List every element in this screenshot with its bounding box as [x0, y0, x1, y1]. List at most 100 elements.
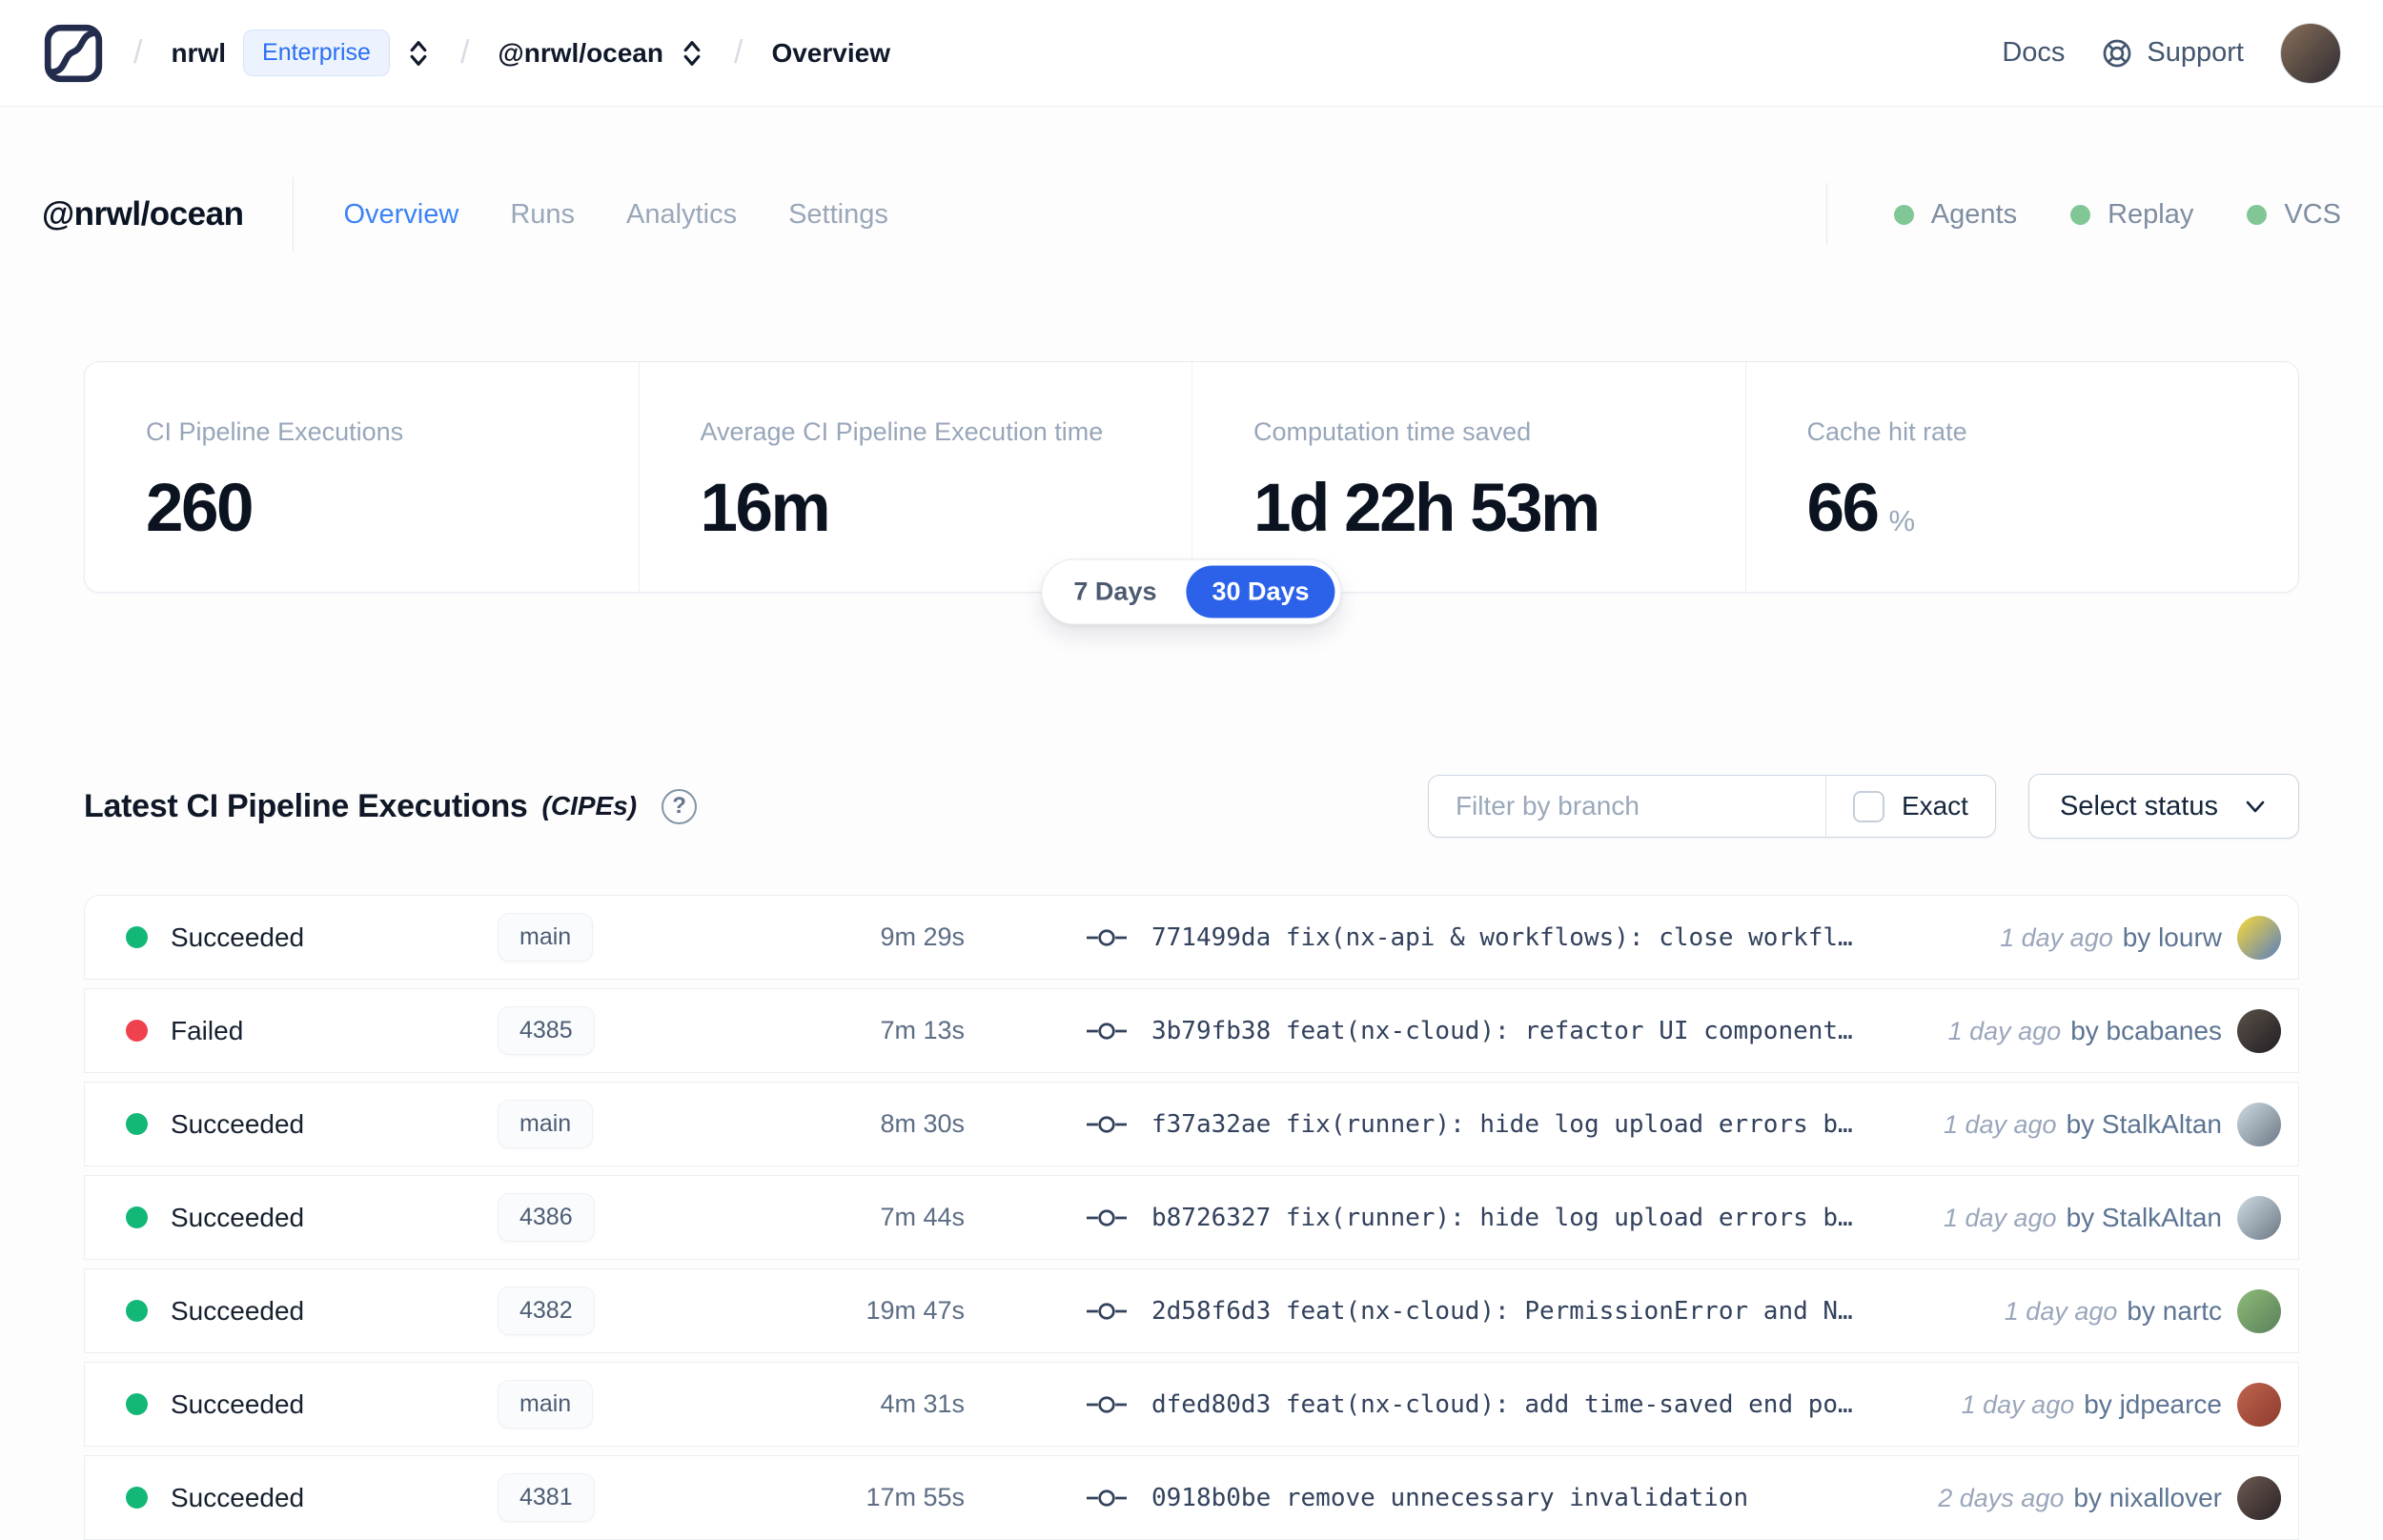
breadcrumb-workspace[interactable]: @nrwl/ocean [498, 38, 663, 69]
stat-card-average-execution-time: Average CI Pipeline Execution time 16m [638, 362, 1192, 592]
help-icon[interactable]: ? [662, 788, 698, 824]
user-avatar[interactable] [2280, 22, 2341, 84]
legend-item-replay[interactable]: Replay [2070, 199, 2193, 231]
table-row[interactable]: Succeeded 4381 17m 55s 0918b0be remove u… [84, 1455, 2299, 1540]
avatar[interactable] [2237, 1008, 2281, 1053]
tab-settings[interactable]: Settings [788, 199, 888, 231]
stat-value: 66 [1806, 471, 1880, 546]
branch-badge[interactable]: main [498, 913, 594, 962]
branch-filter-input[interactable] [1428, 776, 1825, 837]
commit-cell[interactable]: 0918b0be remove unnecessary invalidation [965, 1484, 1938, 1512]
stat-suffix: % [1888, 504, 1916, 537]
workspace-header: @nrwl/ocean Overview Runs Analytics Sett… [0, 107, 2383, 1540]
commit-cell[interactable]: b8726327 fix(runner): hide log upload er… [965, 1204, 1944, 1232]
avatar[interactable] [2237, 1195, 2281, 1240]
status-cell: Succeeded [126, 1203, 498, 1233]
exact-checkbox[interactable] [1852, 790, 1884, 822]
author-label: by nartc [2127, 1295, 2222, 1326]
breadcrumb-org[interactable]: nrwl [171, 38, 226, 69]
support-link[interactable]: Support [2101, 37, 2244, 70]
tab-runs[interactable]: Runs [510, 199, 575, 231]
breadcrumb-separator: / [459, 34, 470, 71]
select-status-dropdown[interactable]: Select status [2027, 774, 2299, 839]
stat-card-cache-hit-rate: Cache hit rate 66% [1744, 362, 2299, 592]
date-range-toggle: 7 Days 30 Days [1041, 558, 1342, 625]
enterprise-badge[interactable]: Enterprise [243, 30, 390, 76]
status-label: Succeeded [171, 1295, 305, 1326]
org-switcher-chevron-icon[interactable] [405, 37, 432, 70]
commit-message: 0918b0be remove unnecessary invalidation [1151, 1483, 1749, 1512]
avatar[interactable] [2237, 1102, 2281, 1146]
avatar[interactable] [2237, 1382, 2281, 1427]
commit-cell[interactable]: 771499da fix(nx-api & workflows): close … [965, 923, 2000, 952]
nx-cloud-logo-icon[interactable] [42, 22, 105, 85]
table-row[interactable]: Succeeded 4386 7m 44s b8726327 fix(runne… [84, 1175, 2299, 1260]
table-row[interactable]: Succeeded main 9m 29s 771499da fix(nx-ap… [84, 895, 2299, 980]
table-row[interactable]: Succeeded main 8m 30s f37a32ae fix(runne… [84, 1082, 2299, 1166]
table-row[interactable]: Succeeded 4382 19m 47s 2d58f6d3 feat(nx-… [84, 1268, 2299, 1353]
time-ago: 1 day ago [1947, 1016, 2062, 1045]
status-label: Succeeded [171, 1108, 305, 1139]
status-dot-icon [126, 1113, 148, 1135]
range-30-days-button[interactable]: 30 Days [1186, 565, 1335, 618]
branch-badge[interactable]: main [498, 1380, 594, 1429]
avatar[interactable] [2237, 1475, 2281, 1520]
stat-value: 16m [700, 471, 831, 546]
branch-badge[interactable]: 4382 [498, 1287, 595, 1335]
cipes-table: Succeeded main 9m 29s 771499da fix(nx-ap… [84, 895, 2299, 1540]
author-label: by bcabanes [2070, 1015, 2222, 1045]
commit-message: 3b79fb38 feat(nx-cloud): refactor UI com… [1151, 1016, 1853, 1045]
cipes-filters: Exact Select status [1427, 774, 2299, 839]
branch-badge[interactable]: 4381 [498, 1473, 595, 1522]
chevron-down-icon [2243, 794, 2268, 819]
status-dot-icon [126, 1206, 148, 1228]
cipes-section-header: Latest CI Pipeline Executions (CIPEs) ? … [84, 774, 2299, 839]
exact-label[interactable]: Exact [1902, 791, 1968, 821]
docs-link[interactable]: Docs [2002, 37, 2065, 69]
tab-analytics[interactable]: Analytics [626, 199, 737, 231]
branch-badge[interactable]: main [498, 1100, 594, 1148]
commit-cell[interactable]: 3b79fb38 feat(nx-cloud): refactor UI com… [965, 1017, 1948, 1045]
meta-cell: 1 day ago by StalkAltan [1944, 1203, 2222, 1233]
legend-label: Agents [1930, 198, 2018, 230]
status-dot-icon [126, 1020, 148, 1042]
divider [293, 177, 295, 252]
branch-badge[interactable]: 4385 [498, 1006, 595, 1055]
avatar[interactable] [2237, 915, 2281, 960]
duration-label: 19m 47s [866, 1296, 965, 1325]
status-cell: Failed [126, 1016, 498, 1046]
lifebuoy-icon [2101, 37, 2133, 70]
range-7-days-button[interactable]: 7 Days [1048, 566, 1182, 618]
author-label: by lourw [2122, 922, 2222, 952]
tab-overview[interactable]: Overview [343, 199, 458, 231]
meta-cell: 1 day ago by nartc [2005, 1296, 2222, 1327]
commit-message: b8726327 fix(runner): hide log upload er… [1151, 1203, 1853, 1232]
legend-item-agents[interactable]: Agents [1893, 198, 2018, 231]
status-dot-icon [126, 1300, 148, 1322]
avatar[interactable] [2237, 1288, 2281, 1333]
commit-cell[interactable]: dfed80d3 feat(nx-cloud): add time-saved … [965, 1390, 1962, 1419]
stats-cards: CI Pipeline Executions 260 Average CI Pi… [84, 361, 2299, 625]
commit-cell[interactable]: f37a32ae fix(runner): hide log upload er… [965, 1110, 1944, 1139]
status-dot-icon [126, 1487, 148, 1509]
meta-cell: 1 day ago by StalkAltan [1944, 1109, 2222, 1140]
workspace-switcher-chevron-icon[interactable] [679, 37, 705, 70]
table-row[interactable]: Succeeded main 4m 31s dfed80d3 feat(nx-c… [84, 1362, 2299, 1447]
status-cell: Succeeded [126, 1483, 498, 1513]
stat-label: Computation time saved [1253, 417, 1532, 446]
stat-card-ci-pipeline-executions: CI Pipeline Executions 260 [85, 362, 639, 592]
status-cell: Succeeded [126, 1389, 498, 1420]
git-commit-icon [1087, 1487, 1127, 1510]
exact-match-segment: Exact [1824, 776, 1995, 837]
legend-item-vcs[interactable]: VCS [2247, 199, 2341, 231]
meta-cell: 1 day ago by lourw [2000, 922, 2222, 953]
legend-label: VCS [2284, 198, 2341, 230]
commit-cell[interactable]: 2d58f6d3 feat(nx-cloud): PermissionError… [965, 1297, 2005, 1326]
status-label: Succeeded [171, 922, 305, 952]
table-row[interactable]: Failed 4385 7m 13s 3b79fb38 feat(nx-clou… [84, 988, 2299, 1073]
branch-badge[interactable]: 4386 [498, 1193, 595, 1242]
duration-label: 7m 13s [880, 1016, 965, 1044]
commit-message: dfed80d3 feat(nx-cloud): add time-saved … [1151, 1389, 1853, 1419]
time-ago: 2 days ago [1938, 1483, 2065, 1512]
stat-label: Cache hit rate [1806, 417, 1967, 446]
